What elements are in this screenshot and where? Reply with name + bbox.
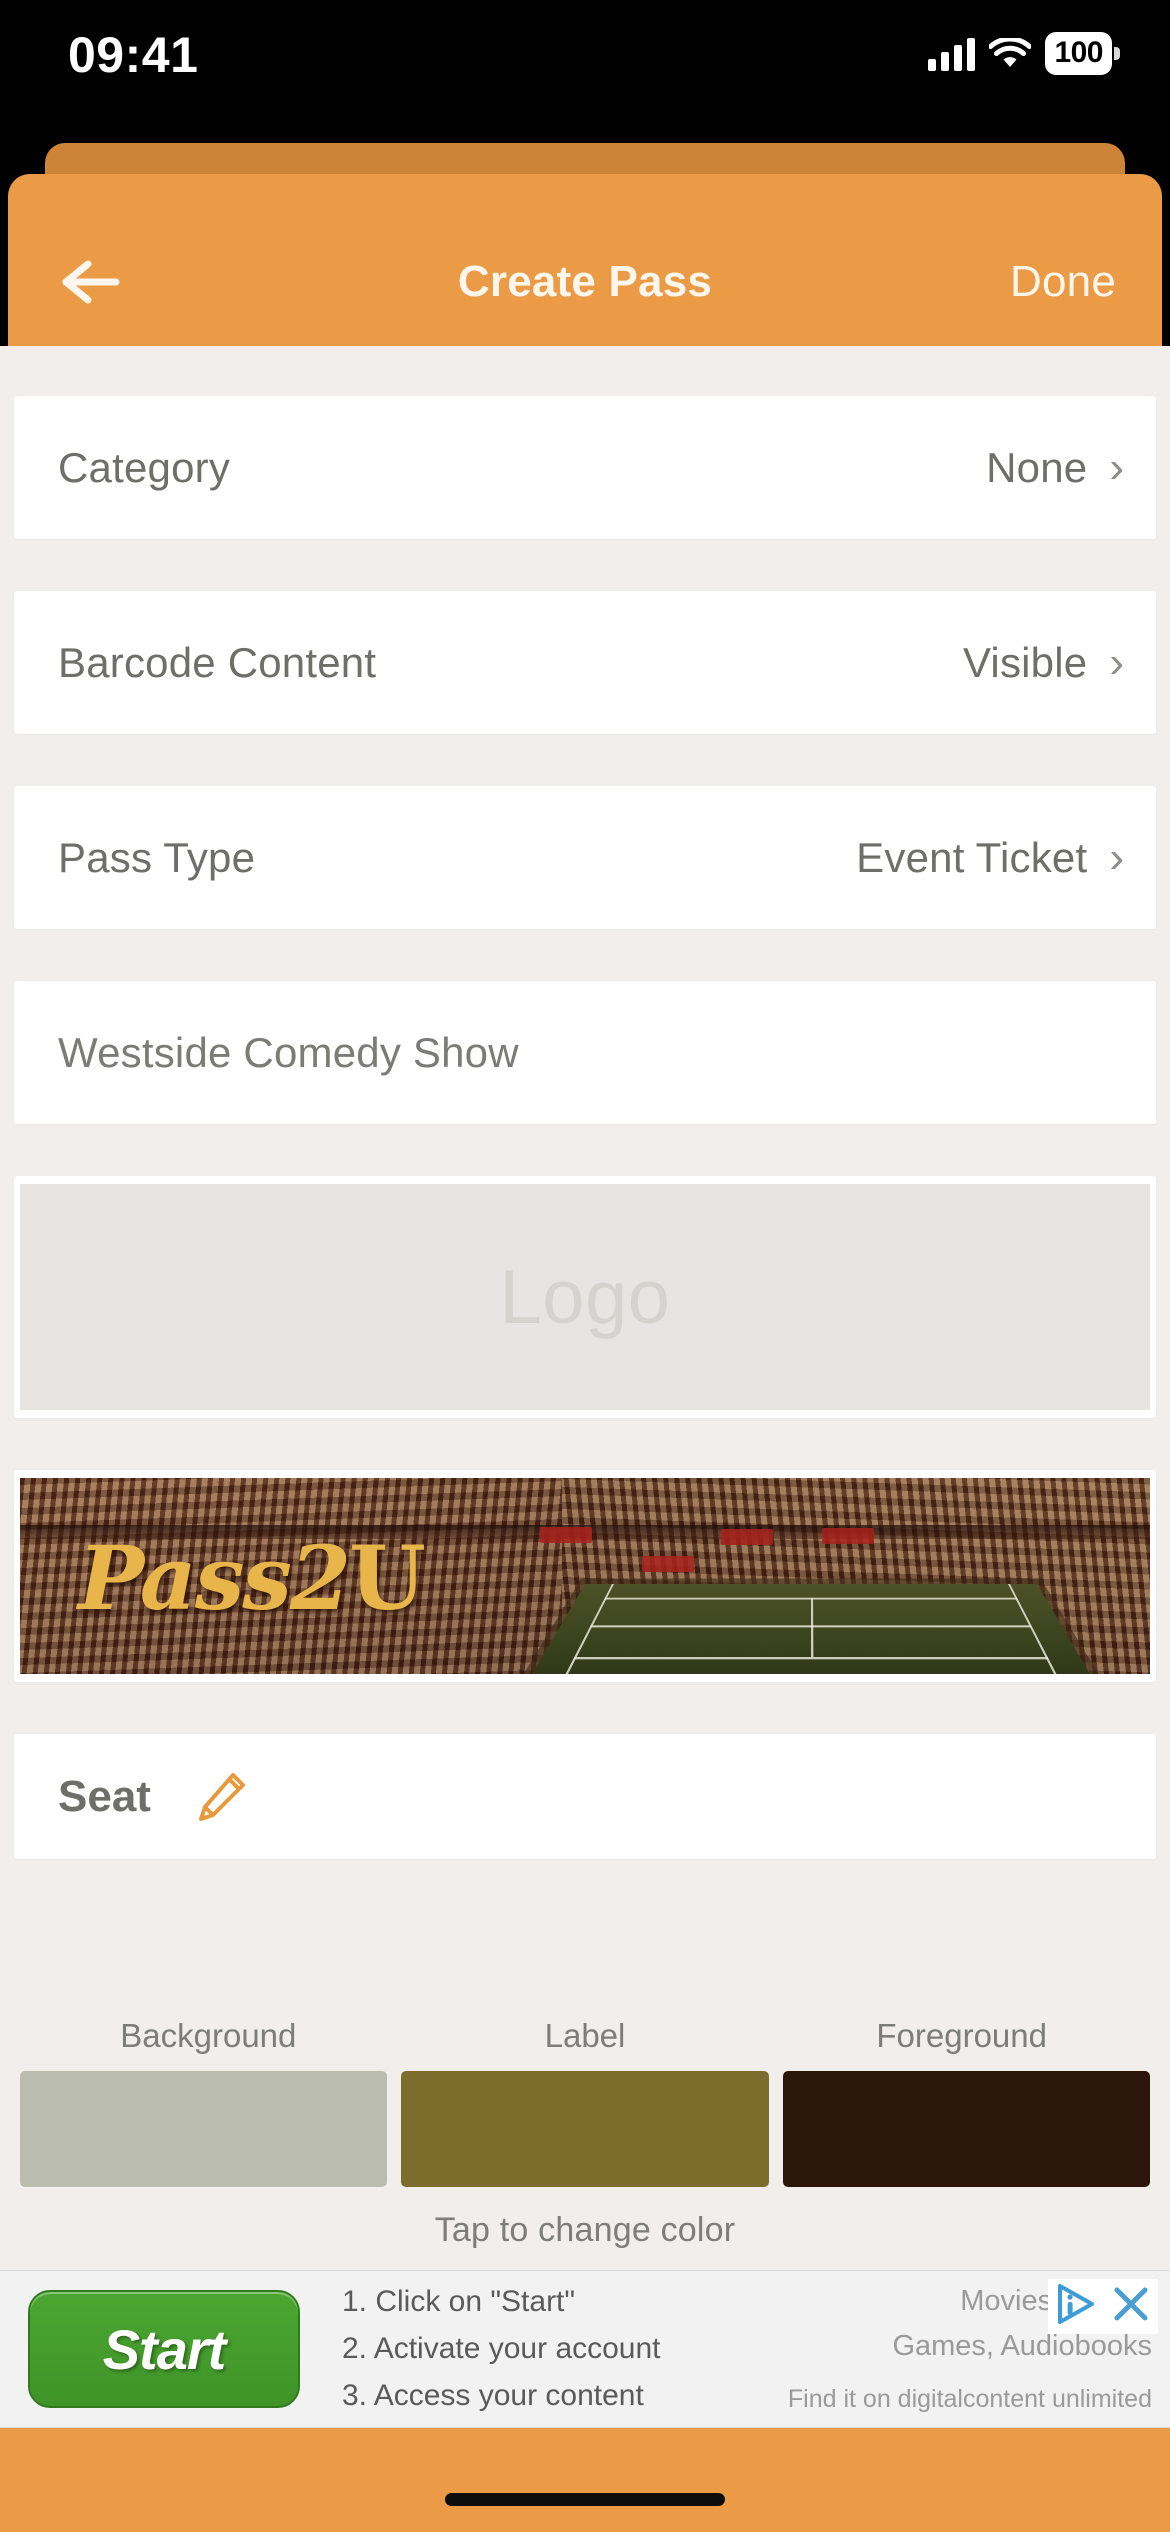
ad-start-label: Start bbox=[102, 2317, 227, 2381]
color-hint-text: Tap to change color bbox=[434, 2211, 736, 2249]
pencil-edit-icon[interactable] bbox=[193, 1769, 249, 1825]
seat-label: Seat bbox=[58, 1771, 151, 1821]
navigation-bar: Create Pass Done bbox=[8, 174, 1162, 346]
bottom-bar bbox=[0, 2428, 1170, 2532]
color-swatch-background[interactable] bbox=[20, 2071, 388, 2187]
ad-badges bbox=[1048, 2279, 1158, 2334]
pass-title-value: Westside Comedy Show bbox=[58, 1028, 519, 1076]
row-barcode-content[interactable]: Barcode Content Visible › bbox=[14, 591, 1156, 734]
strip-image: Pass2U bbox=[20, 1478, 1150, 1674]
done-button[interactable]: Done bbox=[1010, 257, 1116, 307]
row-value-barcode-content: Visible bbox=[962, 638, 1088, 686]
color-swatch-label[interactable] bbox=[401, 2071, 769, 2187]
row-value-pass-type: Event Ticket bbox=[856, 833, 1088, 881]
chevron-right-icon: › bbox=[1109, 637, 1124, 687]
ad-right-line-2: Games, Audiobooks bbox=[892, 2329, 1152, 2362]
page-title: Create Pass bbox=[457, 257, 713, 306]
status-bar-indicators: 100 bbox=[928, 32, 1120, 75]
color-label-background: Background bbox=[120, 2017, 297, 2054]
ad-right-line-3: Find it on digitalcontent unlimited bbox=[787, 2384, 1152, 2413]
close-x-icon[interactable] bbox=[1108, 2281, 1154, 2332]
strip-brand-logo: Pass2U bbox=[78, 1526, 426, 1630]
ad-steps-list: 1. Click on "Start" 2. Activate your acc… bbox=[342, 2285, 661, 2413]
seat-field-card[interactable]: Seat bbox=[14, 1734, 1156, 1859]
color-swatches bbox=[0, 2071, 1170, 2187]
battery-level-label: 100 bbox=[1045, 32, 1112, 75]
row-value-category: None bbox=[986, 443, 1088, 491]
row-category[interactable]: Category None › bbox=[14, 396, 1156, 539]
adchoices-icon[interactable] bbox=[1052, 2281, 1098, 2332]
logo-placeholder-label: Logo bbox=[499, 1254, 671, 1340]
chevron-right-icon: › bbox=[1109, 832, 1124, 882]
ad-start-button[interactable]: Start bbox=[28, 2290, 300, 2408]
wifi-icon bbox=[989, 37, 1032, 70]
row-label-pass-type: Pass Type bbox=[58, 833, 256, 881]
status-bar: 09:41 100 bbox=[0, 0, 1170, 140]
status-bar-time: 09:41 bbox=[68, 27, 199, 83]
back-arrow-icon[interactable] bbox=[54, 245, 128, 319]
strip-brand-suffix: U bbox=[349, 1526, 426, 1630]
color-swatch-foreground[interactable] bbox=[782, 2071, 1150, 2187]
pass-title-field[interactable]: Westside Comedy Show bbox=[14, 981, 1156, 1124]
logo-placeholder-box: Logo bbox=[20, 1184, 1150, 1410]
color-swatch-labels: Background Label Foreground bbox=[0, 2017, 1170, 2055]
chevron-right-icon: › bbox=[1109, 442, 1124, 492]
strip-brand-text: Pass2 bbox=[78, 1526, 351, 1630]
logo-upload-area[interactable]: Logo bbox=[14, 1176, 1156, 1418]
strip-image-area[interactable]: Pass2U bbox=[14, 1470, 1156, 1682]
color-label-label: Label bbox=[544, 2017, 626, 2054]
row-label-barcode-content: Barcode Content bbox=[58, 638, 377, 686]
phone-screen: 09:41 100 Create Pass Done Category None… bbox=[0, 0, 1170, 2532]
battery-nub bbox=[1114, 47, 1120, 60]
row-label-category: Category bbox=[58, 443, 231, 491]
cellular-bars-icon bbox=[928, 37, 976, 71]
home-indicator[interactable] bbox=[445, 2493, 725, 2506]
ad-step-2: 2. Activate your account bbox=[342, 2332, 661, 2365]
color-label-foreground: Foreground bbox=[876, 2017, 1047, 2054]
ad-step-1: 1. Click on "Start" bbox=[342, 2285, 576, 2318]
color-picker-panel: Background Label Foreground Tap to chang… bbox=[0, 1995, 1170, 2270]
row-pass-type[interactable]: Pass Type Event Ticket › bbox=[14, 786, 1156, 929]
battery-icon: 100 bbox=[1045, 32, 1120, 75]
ad-banner[interactable]: Start 1. Click on "Start" 2. Activate yo… bbox=[0, 2270, 1170, 2428]
ad-step-3: 3. Access your content bbox=[342, 2379, 644, 2412]
